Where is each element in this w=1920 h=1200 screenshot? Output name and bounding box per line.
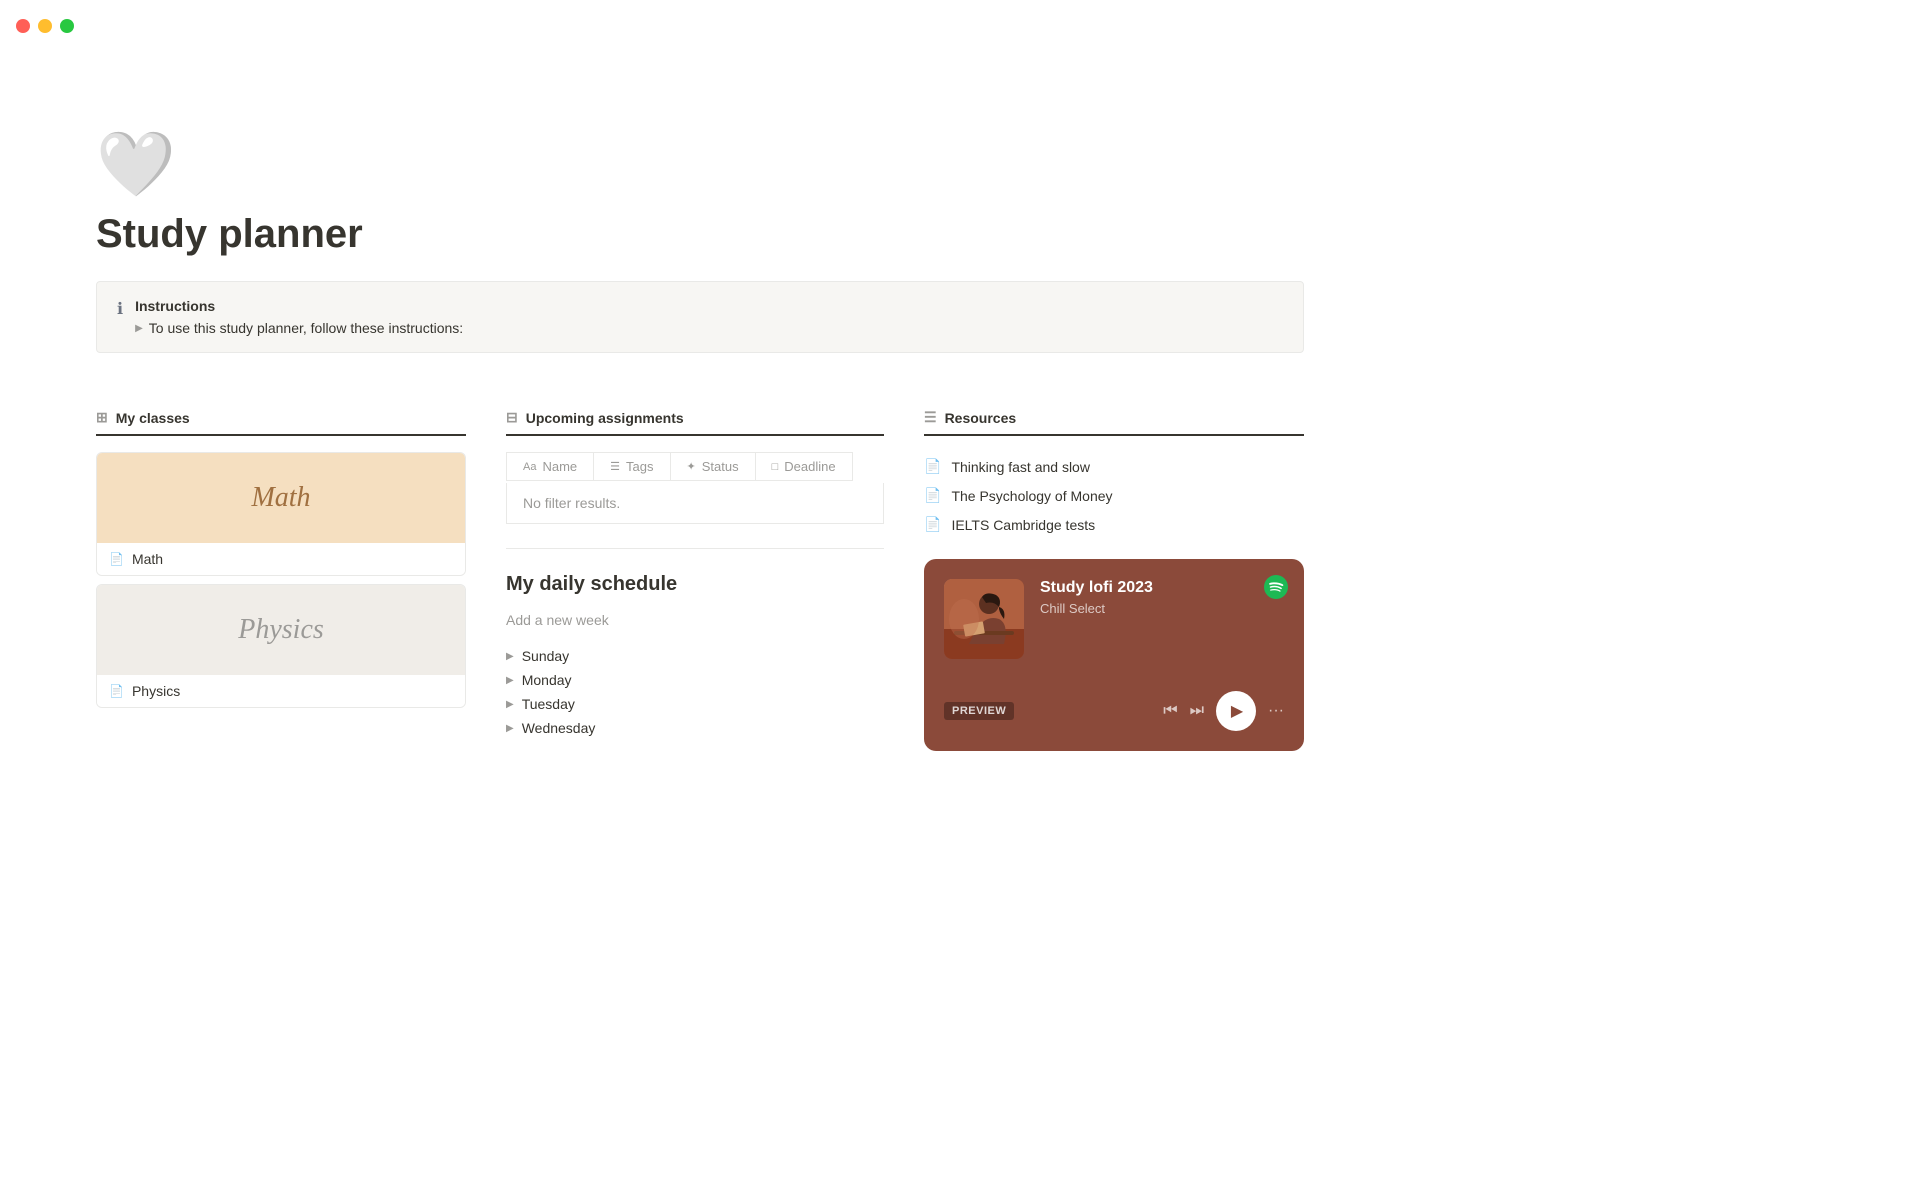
db-tags-icon: ☰ xyxy=(610,460,620,473)
math-card-name: Math xyxy=(132,551,163,567)
callout-toggle[interactable]: ▶ To use this study planner, follow thes… xyxy=(135,320,1283,336)
titlebar xyxy=(0,0,1920,52)
toggle-arrow-icon: ▶ xyxy=(135,323,143,334)
db-deadline-label: Deadline xyxy=(784,459,835,474)
physics-card-italic-label: Physics xyxy=(238,614,324,646)
resource-doc-icon-2: 📄 xyxy=(924,516,941,533)
resources-header-label: Resources xyxy=(945,410,1017,426)
db-toolbar: Aa Name ☰ Tags ✦ Status □ Deadline xyxy=(506,452,884,481)
physics-doc-icon: 📄 xyxy=(109,684,124,698)
page-title: Study planner xyxy=(96,212,1304,257)
math-card-italic-label: Math xyxy=(251,482,310,514)
math-card-footer: 📄 Math xyxy=(97,543,465,575)
page-header: 🤍 Study planner ℹ Instructions ▶ To use … xyxy=(96,52,1304,409)
resource-item-0[interactable]: 📄 Thinking fast and slow xyxy=(924,452,1304,481)
resources-header: ☰ Resources xyxy=(924,409,1304,436)
spotify-logo xyxy=(1264,575,1288,602)
assignments-header-icon: ⊟ xyxy=(506,409,518,426)
physics-card-footer: 📄 Physics xyxy=(97,675,465,707)
db-col-deadline[interactable]: □ Deadline xyxy=(755,452,853,481)
spotify-track-subtitle: Chill Select xyxy=(1040,601,1284,616)
spotify-play-button[interactable]: ▶ xyxy=(1216,691,1256,731)
schedule-title: My daily schedule xyxy=(506,573,884,596)
physics-card-image: Physics xyxy=(97,585,465,675)
math-doc-icon: 📄 xyxy=(109,552,124,566)
callout-title: Instructions xyxy=(135,298,1283,314)
db-status-label: Status xyxy=(702,459,739,474)
spotify-prev-button[interactable]: ⏮ xyxy=(1163,702,1177,720)
physics-card[interactable]: Physics 📄 Physics xyxy=(96,584,466,708)
spotify-next-button[interactable]: ⏭ xyxy=(1190,702,1204,720)
day-sunday-label: Sunday xyxy=(522,648,569,664)
day-tuesday[interactable]: ▶ Tuesday xyxy=(506,692,884,716)
spotify-album-art xyxy=(944,579,1024,659)
day-arrow-tuesday: ▶ xyxy=(506,699,514,710)
spotify-play-icon: ▶ xyxy=(1231,701,1243,721)
resource-item-2[interactable]: 📄 IELTS Cambridge tests xyxy=(924,510,1304,539)
spotify-info: Study lofi 2023 Chill Select xyxy=(1040,579,1284,616)
db-col-tags[interactable]: ☰ Tags xyxy=(593,452,669,481)
my-classes-header: ⊞ My classes xyxy=(96,409,466,436)
my-classes-header-label: My classes xyxy=(116,410,190,426)
resource-label-2: IELTS Cambridge tests xyxy=(951,517,1095,533)
resource-doc-icon-1: 📄 xyxy=(924,487,941,504)
resources-column: ☰ Resources 📄 Thinking fast and slow 📄 T… xyxy=(924,409,1304,751)
my-classes-column: ⊞ My classes Math 📄 Math Physics � xyxy=(96,409,466,716)
day-wednesday-label: Wednesday xyxy=(522,720,596,736)
resource-label-0: Thinking fast and slow xyxy=(951,459,1090,475)
spotify-controls: PREVIEW ⏮ ⏭ ▶ ··· xyxy=(944,691,1284,731)
spotify-more-button[interactable]: ··· xyxy=(1268,702,1284,720)
traffic-light-red[interactable] xyxy=(16,19,30,33)
traffic-light-green[interactable] xyxy=(60,19,74,33)
day-sunday[interactable]: ▶ Sunday xyxy=(506,644,884,668)
callout-toggle-text: To use this study planner, follow these … xyxy=(149,320,463,336)
callout-content: Instructions ▶ To use this study planner… xyxy=(135,298,1283,336)
day-arrow-sunday: ▶ xyxy=(506,651,514,662)
no-results-text: No filter results. xyxy=(506,483,884,524)
my-classes-header-icon: ⊞ xyxy=(96,409,108,426)
db-status-icon: ✦ xyxy=(687,460,696,473)
db-name-icon: Aa xyxy=(523,461,536,473)
page-icon: 🤍 xyxy=(96,132,1304,196)
callout-instructions: ℹ Instructions ▶ To use this study plann… xyxy=(96,281,1304,353)
traffic-light-yellow[interactable] xyxy=(38,19,52,33)
spotify-preview-badge: PREVIEW xyxy=(944,702,1014,720)
spotify-widget: Study lofi 2023 Chill Select PREVIEW ⏮ ⏭… xyxy=(924,559,1304,751)
day-arrow-monday: ▶ xyxy=(506,675,514,686)
db-col-status[interactable]: ✦ Status xyxy=(670,452,755,481)
day-monday-label: Monday xyxy=(522,672,572,688)
db-deadline-icon: □ xyxy=(772,461,779,473)
spotify-top: Study lofi 2023 Chill Select xyxy=(944,579,1284,659)
assignments-header: ⊟ Upcoming assignments xyxy=(506,409,884,436)
db-name-label: Name xyxy=(542,459,577,474)
spotify-buttons: ⏮ ⏭ ▶ ··· xyxy=(1163,691,1284,731)
day-tuesday-label: Tuesday xyxy=(522,696,575,712)
divider xyxy=(506,548,884,549)
spotify-track-title: Study lofi 2023 xyxy=(1040,579,1284,597)
day-monday[interactable]: ▶ Monday xyxy=(506,668,884,692)
info-icon: ℹ xyxy=(117,299,123,319)
resource-doc-icon-0: 📄 xyxy=(924,458,941,475)
db-tags-label: Tags xyxy=(626,459,653,474)
main-content: 🤍 Study planner ℹ Instructions ▶ To use … xyxy=(0,52,1400,751)
resource-label-1: The Psychology of Money xyxy=(951,488,1112,504)
assignments-column: ⊟ Upcoming assignments Aa Name ☰ Tags ✦ … xyxy=(506,409,884,740)
physics-card-name: Physics xyxy=(132,683,180,699)
assignments-header-label: Upcoming assignments xyxy=(526,410,684,426)
math-card-image: Math xyxy=(97,453,465,543)
math-card[interactable]: Math 📄 Math xyxy=(96,452,466,576)
db-col-name[interactable]: Aa Name xyxy=(506,452,593,481)
day-arrow-wednesday: ▶ xyxy=(506,723,514,734)
add-week-button[interactable]: Add a new week xyxy=(506,608,884,632)
day-wednesday[interactable]: ▶ Wednesday xyxy=(506,716,884,740)
columns-grid: ⊞ My classes Math 📄 Math Physics � xyxy=(96,409,1304,751)
resources-header-icon: ☰ xyxy=(924,409,937,426)
resource-item-1[interactable]: 📄 The Psychology of Money xyxy=(924,481,1304,510)
